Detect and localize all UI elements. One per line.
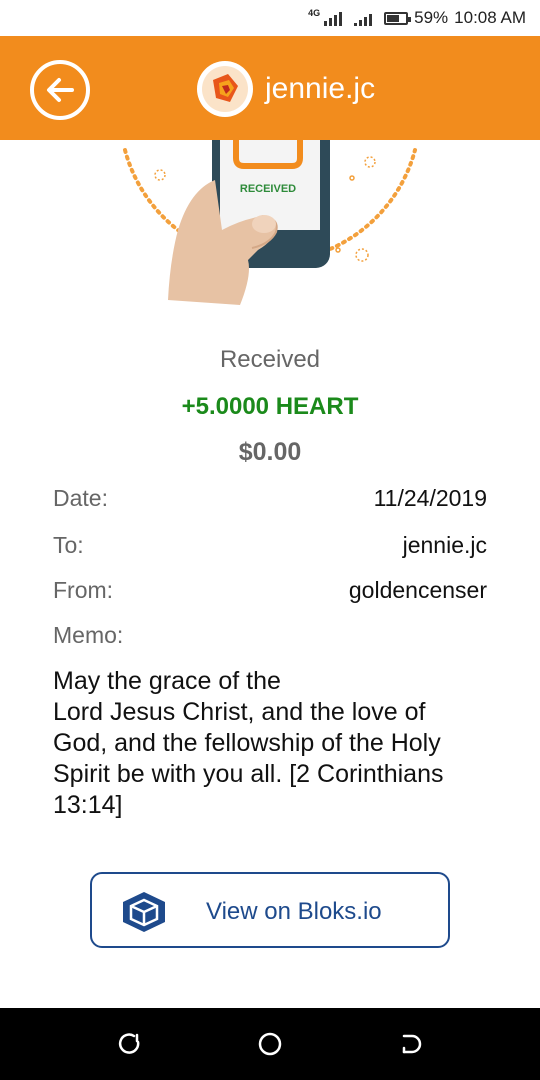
back-arrow-circle-icon: [47, 78, 74, 102]
status-bar: 4G 59% 10:08 AM: [0, 0, 540, 36]
date-row: Date: 11/24/2019: [53, 485, 487, 512]
cell-signal-2-icon: [354, 10, 373, 26]
memo-label: Memo:: [53, 622, 124, 648]
view-on-bloks-label: View on Bloks.io: [206, 898, 382, 925]
nav-back-button[interactable]: [390, 1024, 430, 1064]
clock: 10:08 AM: [454, 8, 526, 27]
from-row: From: goldencenser: [53, 577, 487, 604]
memo-text: May the grace of the Lord Jesus Christ, …: [53, 667, 444, 819]
home-button[interactable]: [250, 1024, 290, 1064]
network-type: 4G: [308, 8, 321, 18]
transaction-amount: +5.0000 HEART: [181, 393, 359, 420]
to-value: jennie.jc: [402, 532, 487, 558]
home-icon: [258, 1032, 282, 1056]
back-button[interactable]: [30, 60, 90, 120]
to-label: To:: [53, 532, 84, 558]
app-bar: jennie.jc: [0, 36, 540, 140]
transaction-usd-value: $0.00: [238, 438, 302, 466]
battery-icon: [384, 11, 412, 25]
date-value: 11/24/2019: [373, 485, 487, 511]
transaction-status: Received: [219, 346, 321, 373]
phone-received-label: RECEIVED: [240, 183, 296, 195]
battery-percent: 59%: [414, 8, 449, 27]
heart-token-logo-icon: [197, 61, 253, 117]
to-row: To: jennie.jc: [53, 532, 487, 559]
from-label: From:: [53, 577, 114, 603]
recent-apps-button[interactable]: [110, 1024, 150, 1064]
bloks-cube-icon: [123, 892, 165, 932]
view-on-bloks-button[interactable]: View on Bloks.io: [90, 872, 450, 948]
received-illustration: RECEIVED: [0, 140, 540, 330]
date-label: Date:: [53, 485, 108, 511]
from-value: goldencenser: [348, 577, 487, 603]
recent-apps-icon: [118, 1033, 140, 1054]
back-icon: [402, 1034, 422, 1054]
navigation-bar: [0, 1008, 540, 1080]
app-title-group: jennie.jc: [197, 61, 375, 117]
app-title: jennie.jc: [265, 72, 376, 105]
cell-signal-icon: [324, 10, 343, 26]
